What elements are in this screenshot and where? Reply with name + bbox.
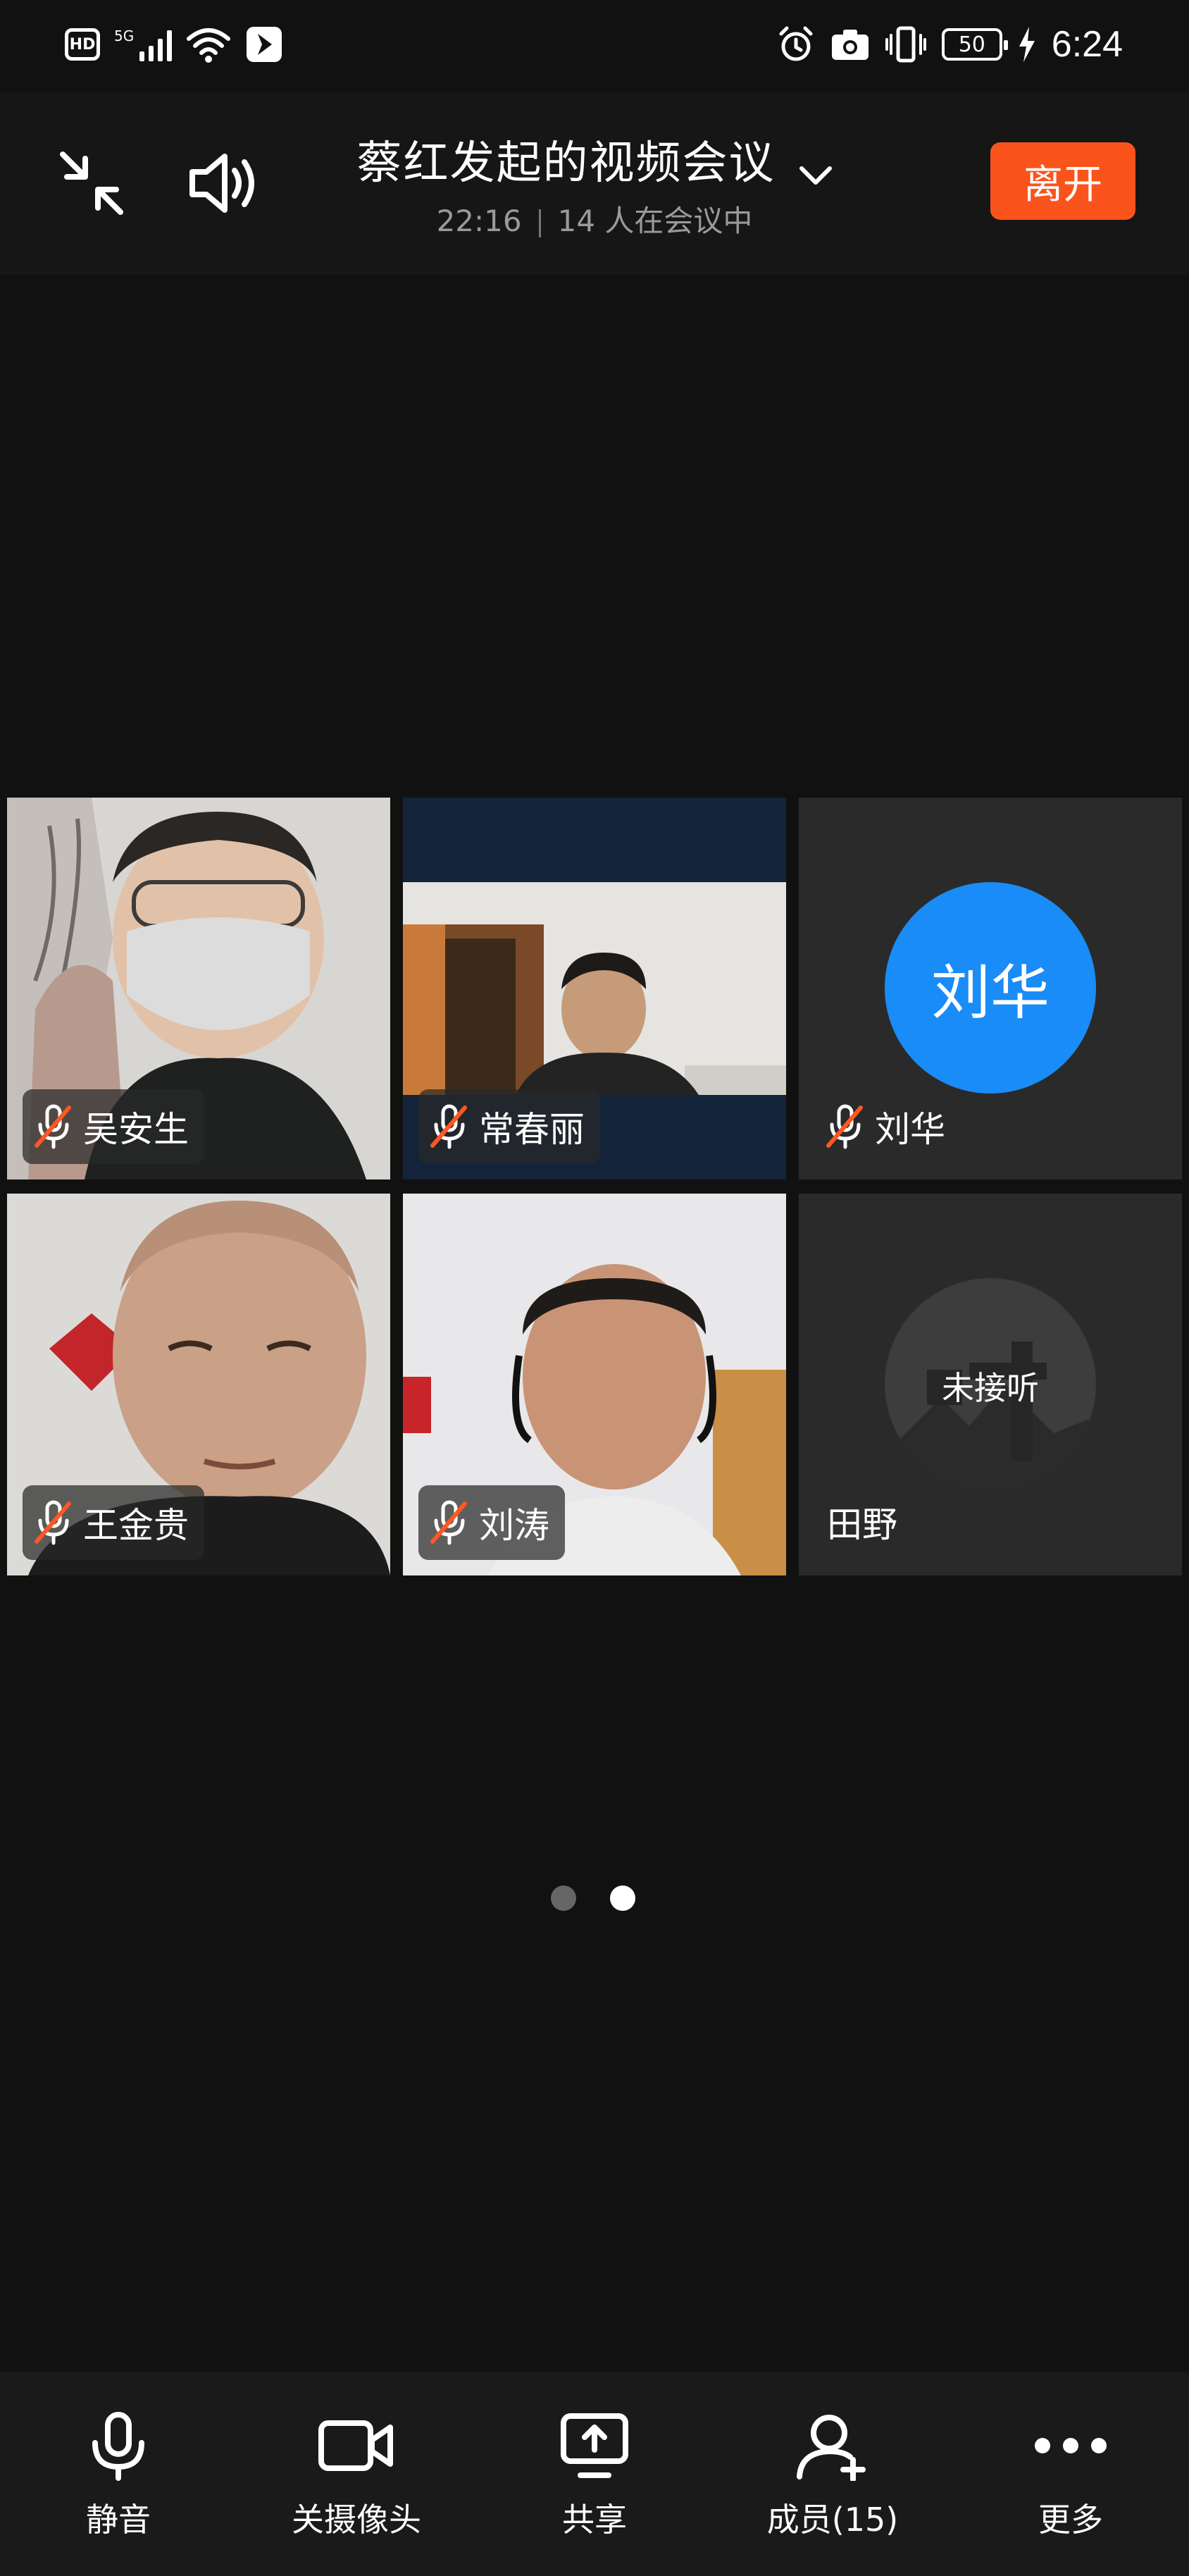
chevron-down-icon[interactable] [799, 164, 833, 187]
add-member-icon [797, 2415, 866, 2481]
participant-tile[interactable]: 未接听 田野 [799, 1194, 1182, 1575]
members-button[interactable]: 成员(15) [720, 2407, 945, 2548]
status-right: 50 6:24 [777, 23, 1123, 66]
network-type: 5G [114, 27, 135, 44]
meeting-duration: 22:16 [436, 204, 522, 238]
mic-muted-icon [430, 1104, 467, 1149]
name-tag: 刘华 [814, 1089, 961, 1164]
vibrate-icon [885, 26, 926, 63]
participant-name: 田野 [827, 1504, 897, 1545]
more-label: 更多 [1038, 2501, 1103, 2539]
cellular-signal-icon: 5G [114, 27, 173, 61]
screen-share-icon [561, 2413, 628, 2478]
avatar: 刘华 [885, 882, 1096, 1094]
camera-icon [831, 30, 869, 60]
microphone-icon [92, 2412, 144, 2481]
video-camera-icon [318, 2420, 393, 2471]
participant-name: 刘涛 [479, 1505, 549, 1546]
share-label: 共享 [562, 2501, 627, 2539]
members-label: 成员(15) [766, 2501, 899, 2539]
page-indicator-dot-active[interactable] [610, 1885, 635, 1911]
battery-indicator: 50 [941, 28, 1008, 61]
wifi-icon [187, 28, 231, 63]
participant-name: 王金贵 [83, 1505, 189, 1546]
app-notification-icon [247, 27, 282, 62]
more-dots-icon [1035, 2438, 1107, 2453]
mic-muted-icon [35, 1104, 71, 1149]
hd-badge: HD [65, 28, 100, 61]
meeting-header: 蔡红发起的视频会议 22:16 14 人在会议中 离开 [0, 92, 1189, 275]
page-indicator-dot[interactable] [551, 1885, 576, 1911]
alarm-icon [779, 26, 813, 61]
mute-label: 静音 [86, 2501, 151, 2539]
name-tag: 常春丽 [418, 1089, 600, 1164]
name-tag: 吴安生 [23, 1089, 204, 1164]
leave-button[interactable]: 离开 [990, 142, 1135, 220]
more-button[interactable]: 更多 [958, 2407, 1183, 2548]
meeting-title[interactable]: 蔡红发起的视频会议 [356, 137, 775, 190]
mute-button[interactable]: 静音 [6, 2407, 231, 2548]
mic-muted-icon [430, 1500, 467, 1545]
participant-count: 14 人在会议中 [557, 204, 753, 238]
participant-tile[interactable]: 刘华 刘华 [799, 798, 1182, 1179]
share-button[interactable]: 共享 [482, 2407, 707, 2548]
divider [538, 209, 541, 237]
clock: 6:24 [1051, 24, 1123, 65]
mic-muted-icon [826, 1104, 863, 1149]
participant-tile[interactable]: 吴安生 [7, 798, 390, 1179]
charging-icon [1019, 27, 1035, 62]
camera-label: 关摄像头 [292, 2501, 421, 2539]
name-tag: 刘涛 [418, 1485, 565, 1560]
bottom-toolbar: 静音 关摄像头 共享 成员(15) 更多 [0, 2372, 1189, 2576]
camera-toggle-button[interactable]: 关摄像头 [244, 2407, 469, 2548]
status-left: HD 5G [65, 23, 283, 66]
status-bar: HD 5G 50 6:24 [0, 0, 1189, 92]
mic-muted-icon [35, 1500, 71, 1545]
call-status: 未接听 [942, 1369, 1039, 1407]
participant-tile[interactable]: 常春丽 [403, 798, 786, 1179]
participant-name: 吴安生 [83, 1109, 189, 1150]
participant-name: 常春丽 [479, 1109, 585, 1150]
participant-name: 刘华 [875, 1109, 945, 1150]
participant-tile[interactable]: 刘涛 [403, 1194, 786, 1575]
participant-tile[interactable]: 王金贵 [7, 1194, 390, 1575]
name-tag: 王金贵 [23, 1485, 204, 1560]
